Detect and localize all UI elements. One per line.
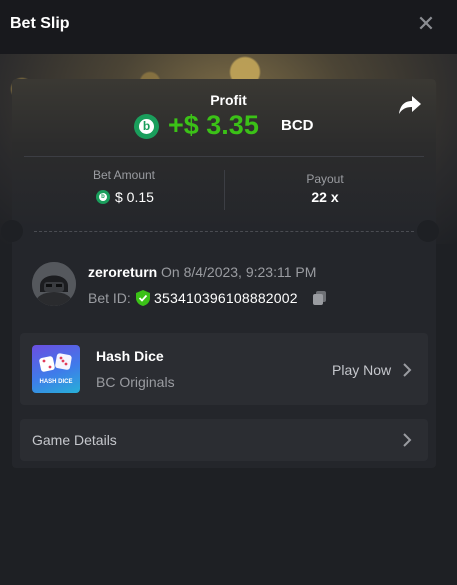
ticket-perforation (34, 231, 414, 232)
bet-id-value: 353410396108882002 (154, 290, 298, 306)
profit-currency: BCD (281, 117, 314, 134)
game-name: Hash Dice (96, 348, 164, 364)
play-now-button[interactable]: Play Now (332, 362, 391, 378)
copy-icon[interactable] (312, 290, 328, 306)
chevron-right-icon[interactable] (402, 363, 412, 377)
bcd-coin-icon: b (96, 190, 110, 204)
chevron-right-icon[interactable] (402, 433, 412, 447)
bet-amount-label: Bet Amount (92, 168, 156, 182)
page-title: Bet Slip (10, 15, 70, 32)
ticket-notch-left (1, 220, 23, 242)
game-thumbnail: HASH DICE (32, 345, 80, 393)
payout-value: 22 x (311, 189, 339, 205)
verified-shield-icon (136, 290, 150, 306)
bet-amount-value: $ 0.15 (115, 189, 154, 205)
avatar-image (32, 262, 76, 306)
game-provider: BC Originals (96, 374, 175, 390)
profit-amount: +$ 3.35 (168, 110, 259, 140)
payout-label: Payout (306, 172, 344, 186)
bet-date: On 8/4/2023, 9:23:11 PM (161, 264, 317, 280)
dice-icon (39, 353, 72, 372)
avatar[interactable] (32, 262, 76, 306)
game-thumbnail-text: HASH DICE (39, 379, 73, 385)
username[interactable]: zeroreturn (88, 264, 157, 280)
ticket-notch-right (417, 220, 439, 242)
close-icon[interactable]: ✕ (414, 12, 438, 36)
game-details-label: Game Details (32, 432, 117, 448)
profit-label: Profit (210, 92, 247, 108)
bet-id-label: Bet ID: (88, 290, 131, 306)
bcd-coin-icon: b (134, 114, 159, 139)
summary-divider (24, 156, 424, 157)
share-icon[interactable] (398, 94, 422, 116)
